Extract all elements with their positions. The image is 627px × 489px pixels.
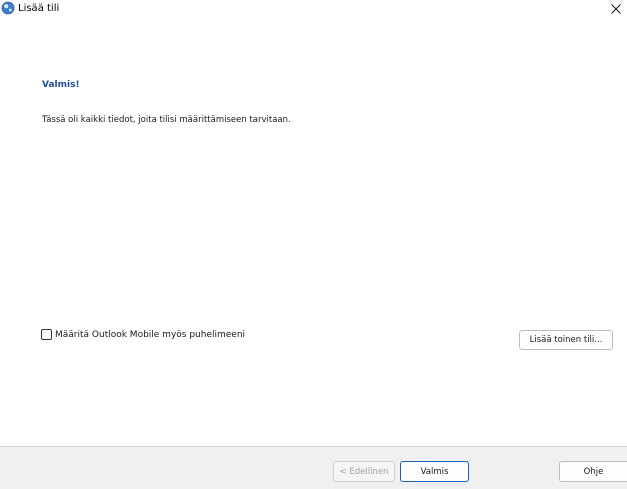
outlook-mobile-label: Määritä Outlook Mobile myös puhelimeeni bbox=[55, 329, 246, 340]
back-button[interactable]: < Edellinen bbox=[333, 461, 395, 482]
page-description: Tässä oli kaikki tiedot, joita tilisi mä… bbox=[42, 115, 291, 125]
outlook-mobile-checkbox[interactable]: Määritä Outlook Mobile myös puhelimeeni bbox=[41, 329, 245, 340]
outlook-globe-icon bbox=[1, 1, 15, 15]
close-icon bbox=[610, 3, 621, 17]
dialog-footer bbox=[0, 446, 627, 489]
add-account-dialog: Lisää tili Valmis! Tässä oli kaikki tied… bbox=[0, 0, 627, 489]
close-button[interactable] bbox=[604, 0, 627, 20]
page-heading: Valmis! bbox=[42, 80, 80, 90]
window-title: Lisää tili bbox=[18, 3, 60, 14]
add-another-account-button[interactable]: Lisää toinen tili... bbox=[519, 330, 613, 350]
title-bar: Lisää tili bbox=[0, 0, 627, 20]
help-button[interactable]: Ohje bbox=[559, 461, 627, 482]
finish-button[interactable]: Valmis bbox=[400, 461, 469, 482]
checkbox-box[interactable] bbox=[41, 329, 52, 340]
